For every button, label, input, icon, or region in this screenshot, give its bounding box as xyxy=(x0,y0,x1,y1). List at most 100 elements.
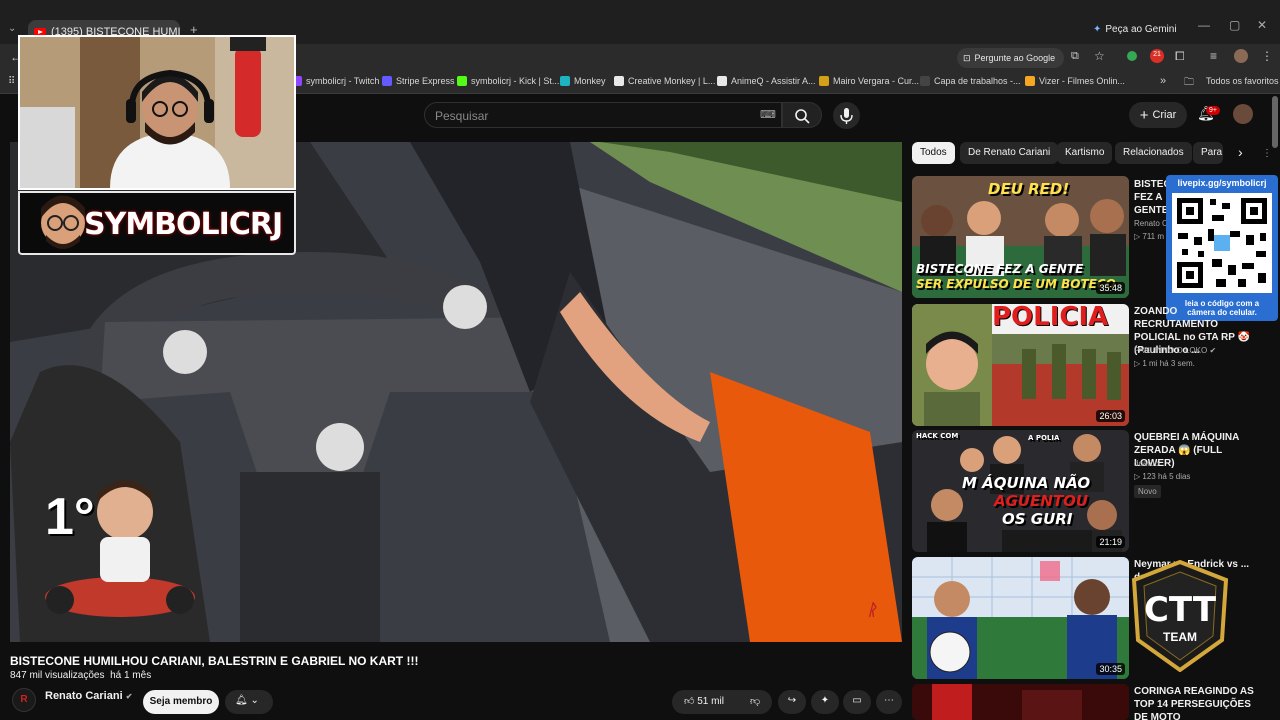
rec-thumb-text-3d: HACK COM xyxy=(916,432,959,440)
lens-icon: ⊡ xyxy=(963,52,971,63)
all-favorites-link[interactable]: Todos os favoritos xyxy=(1206,76,1279,86)
ctt-team-label: TEAM xyxy=(1163,630,1197,644)
keyboard-icon[interactable]: ⌨ xyxy=(760,108,776,121)
video-title: BISTECONE HUMILHOU CARIANI, BALESTRIN E … xyxy=(10,654,419,668)
gemini-label: Peça ao Gemini xyxy=(1105,24,1177,35)
webcam-overlay xyxy=(18,35,296,190)
chip-kartismo[interactable]: Kartismo xyxy=(1057,142,1113,164)
chevron-right-icon[interactable]: › xyxy=(1238,144,1243,160)
media-controls-icon[interactable]: ≡ xyxy=(1210,49,1217,63)
like-button[interactable]: 👍︎ 51 mil xyxy=(672,690,742,714)
dislike-button[interactable]: 👎︎ xyxy=(742,690,772,714)
bookmark-item[interactable]: AnimeQ - Assistir A... xyxy=(717,76,816,86)
search-input[interactable]: Pesquisar xyxy=(424,102,782,128)
profile-avatar[interactable] xyxy=(1234,49,1248,63)
rec-thumb-text-2: POLICIA xyxy=(992,304,1109,332)
more-bookmarks-icon[interactable]: » xyxy=(1160,75,1166,87)
plus-icon: + xyxy=(1139,106,1149,124)
rec-meta-text-1: 711 m xyxy=(1142,232,1165,241)
chip-todos[interactable]: Todos xyxy=(912,142,955,164)
rec-meta-3: ▷ 123 há 5 dias xyxy=(1134,472,1191,481)
rec-duration: 26:03 xyxy=(1096,410,1125,422)
rec-thumbnail-1[interactable]: DEU RED! BISTECONE FEZ A GENTE SER EXPUL… xyxy=(912,176,1129,298)
bookmark-item[interactable]: Vizer - Filmes Onlin... xyxy=(1025,76,1125,86)
bookmark-favicon-icon xyxy=(920,76,930,86)
ask-google-label: Pergunte ao Google xyxy=(974,53,1056,63)
share-button[interactable]: ↪ xyxy=(778,690,806,714)
bookmark-star-icon[interactable]: ☆ xyxy=(1094,49,1105,63)
rec-title-5[interactable]: CORINGA REAGINDO AS TOP 14 PERSEGUIÇÕES … xyxy=(1134,685,1254,720)
search-button[interactable] xyxy=(782,102,822,128)
channel-name[interactable]: Renato Cariani ✔ xyxy=(45,690,132,702)
bookmark-favicon-icon xyxy=(382,76,392,86)
channel-avatar[interactable]: R xyxy=(12,688,36,712)
bookmark-favicon-icon xyxy=(717,76,727,86)
thumbs-down-icon: 👎︎ xyxy=(750,696,761,707)
bookmark-favicon-icon xyxy=(614,76,624,86)
rec-thumbnail-image-4 xyxy=(912,557,1129,679)
bookmark-favicon-icon xyxy=(560,76,570,86)
create-label: Criar xyxy=(1152,109,1177,121)
account-avatar[interactable] xyxy=(1233,104,1253,124)
close-window-icon[interactable]: ✕ xyxy=(1257,18,1267,32)
join-button[interactable]: Seja membro xyxy=(143,690,219,714)
thanks-button[interactable]: ✦ xyxy=(811,690,839,714)
subscribed-bell-button[interactable]: 🔔︎ ⌄ xyxy=(225,690,273,714)
ask-google-button[interactable]: ⊡ Pergunte ao Google xyxy=(957,48,1064,68)
more-actions-button[interactable]: ⋯ xyxy=(876,690,902,714)
bookmark-item[interactable]: symbolicrj - Kick | St... xyxy=(457,76,559,86)
install-app-icon[interactable]: ⧉ xyxy=(1071,50,1079,63)
chrome-menu-icon[interactable]: ⋮ xyxy=(1261,49,1273,63)
dropdown-chevron-icon: ⌄ xyxy=(250,695,259,706)
bookmark-item[interactable]: Capa de trabalhos -... xyxy=(920,76,1021,86)
rec-thumbnail-4[interactable]: 30:35 xyxy=(912,557,1129,679)
voice-search-button[interactable] xyxy=(833,102,860,129)
chip-relacionados[interactable]: Relacionados xyxy=(1115,142,1192,164)
more-options-icon[interactable]: ⋮ xyxy=(1262,148,1272,159)
rec-thumb-text-3e: A POLIA xyxy=(1028,434,1060,442)
bookmark-label: Mairo Vergara - Cur... xyxy=(833,76,920,86)
tab-search-icon[interactable]: ⌄ xyxy=(8,23,16,34)
video-stats: 847 mil visualizações há 1 mês xyxy=(10,670,151,681)
rec-thumbnail-5[interactable] xyxy=(912,684,1129,720)
rec-meta-text-3: 123 há 5 dias xyxy=(1142,472,1191,481)
create-button[interactable]: + Criar xyxy=(1129,102,1187,128)
bookmark-item[interactable]: Mairo Vergara - Cur... xyxy=(819,76,919,86)
rec-channel-1[interactable]: Renato C xyxy=(1134,219,1168,228)
rec-thumbnail-2[interactable]: POLICIA 26:03 xyxy=(912,304,1129,426)
bookmark-label: Vizer - Filmes Onlin... xyxy=(1039,76,1125,86)
chip-de-renato-cariani[interactable]: De Renato Cariani xyxy=(960,142,1059,164)
save-button[interactable]: ▭ xyxy=(843,690,871,714)
sparkle-icon: ✦ xyxy=(820,695,830,706)
bookmark-label: Capa de trabalhos -... xyxy=(934,76,1021,86)
rec-thumbnail-3[interactable]: HACK COM A POLIA M ÁQUINA NÃO AGUENTOU O… xyxy=(912,430,1129,552)
extension-badge-icon[interactable]: 21 xyxy=(1150,49,1164,63)
rec-thumb-text-3c: OS GURI xyxy=(1002,510,1073,528)
extensions-puzzle-icon[interactable]: ⧠ xyxy=(1175,49,1185,64)
page-scrollbar-thumb[interactable] xyxy=(1272,96,1278,148)
bookmark-item[interactable]: Creative Monkey | L... xyxy=(614,76,715,86)
rec-duration: 30:35 xyxy=(1096,663,1125,675)
bookmark-item[interactable]: Stripe Express xyxy=(382,76,455,86)
more-horizontal-icon: ⋯ xyxy=(884,695,894,706)
like-count: 51 mil xyxy=(697,696,724,707)
bookmark-item[interactable]: symbolicrj - Twitch xyxy=(292,76,379,86)
gemini-button[interactable]: ✦ Peça ao Gemini xyxy=(1093,24,1177,35)
rec-thumb-text-1c: SER EXPULSO DE UM BOTECO xyxy=(916,277,1116,291)
maximize-icon[interactable]: ▢ xyxy=(1229,18,1240,32)
rec-meta-1: ▷ 711 m xyxy=(1134,232,1165,241)
minimize-icon[interactable]: — xyxy=(1198,18,1210,32)
rec-channel-2[interactable]: PAULINHO O LOKO ✔ xyxy=(1134,346,1216,355)
thumbs-up-icon: 👍︎ xyxy=(684,696,695,707)
rec-channel-3[interactable]: doardo xyxy=(1134,459,1159,468)
bookmark-label: AnimeQ - Assistir A... xyxy=(731,76,816,86)
rec-meta-2: ▷ 1 mi há 3 sem. xyxy=(1134,359,1195,368)
chip-para[interactable]: Para xyxy=(1193,142,1223,164)
apps-grid-icon[interactable]: ⠿ xyxy=(8,76,15,87)
bookmark-label: Creative Monkey | L... xyxy=(628,76,716,86)
rec-thumb-text-1a: DEU RED! xyxy=(988,180,1070,198)
bookmark-item[interactable]: Monkey xyxy=(560,76,606,86)
extension-green-icon[interactable] xyxy=(1127,51,1137,61)
kart-avatar-sticker xyxy=(45,480,195,617)
channel-watermark-icon: ᚱ xyxy=(867,602,877,619)
